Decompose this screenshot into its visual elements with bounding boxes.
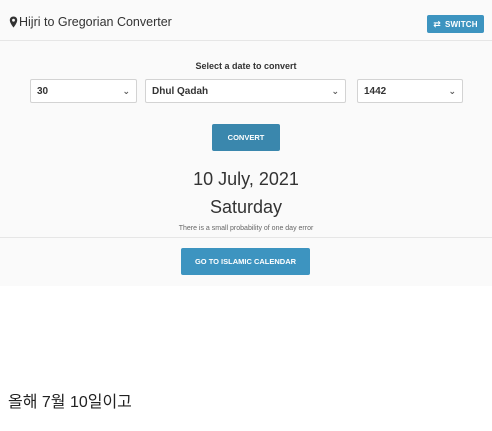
accuracy-note: There is a small probability of one day … <box>178 225 314 232</box>
chevron-down-icon: ⌄ <box>331 85 339 96</box>
swap-arrows-icon: ⇄ <box>433 18 441 29</box>
switch-button-label: SWITCH <box>444 19 478 29</box>
page-title: Hijri to Gregorian Converter <box>19 15 172 29</box>
map-pin-icon <box>9 16 18 28</box>
switch-button[interactable]: ⇄ SWITCH <box>427 15 484 33</box>
day-select[interactable]: 30 ⌄ <box>30 79 137 103</box>
year-select-value: 1442 <box>364 85 387 97</box>
title-group: Hijri to Gregorian Converter <box>9 15 172 29</box>
caption-text: 올해 7월 10일이고 <box>8 394 132 411</box>
month-select[interactable]: Dhul Qadah ⌄ <box>145 79 346 103</box>
converter-widget: Hijri to Gregorian Converter ⇄ SWITCH Se… <box>0 0 492 286</box>
month-select-value: Dhul Qadah <box>152 85 209 97</box>
result-gregorian-date: 10 July, 2021 <box>193 169 299 189</box>
year-select[interactable]: 1442 ⌄ <box>357 79 463 103</box>
chevron-down-icon: ⌄ <box>122 85 130 96</box>
day-select-value: 30 <box>37 85 49 97</box>
convert-button[interactable]: CONVERT <box>212 124 280 151</box>
select-date-label: Select a date to convert <box>195 61 297 71</box>
result-weekday: Saturday <box>209 197 283 217</box>
widget-header: Hijri to Gregorian Converter ⇄ SWITCH <box>0 0 492 41</box>
islamic-calendar-button[interactable]: GO TO ISLAMIC CALENDAR <box>181 248 310 275</box>
chevron-down-icon: ⌄ <box>448 85 456 96</box>
divider <box>0 237 492 238</box>
